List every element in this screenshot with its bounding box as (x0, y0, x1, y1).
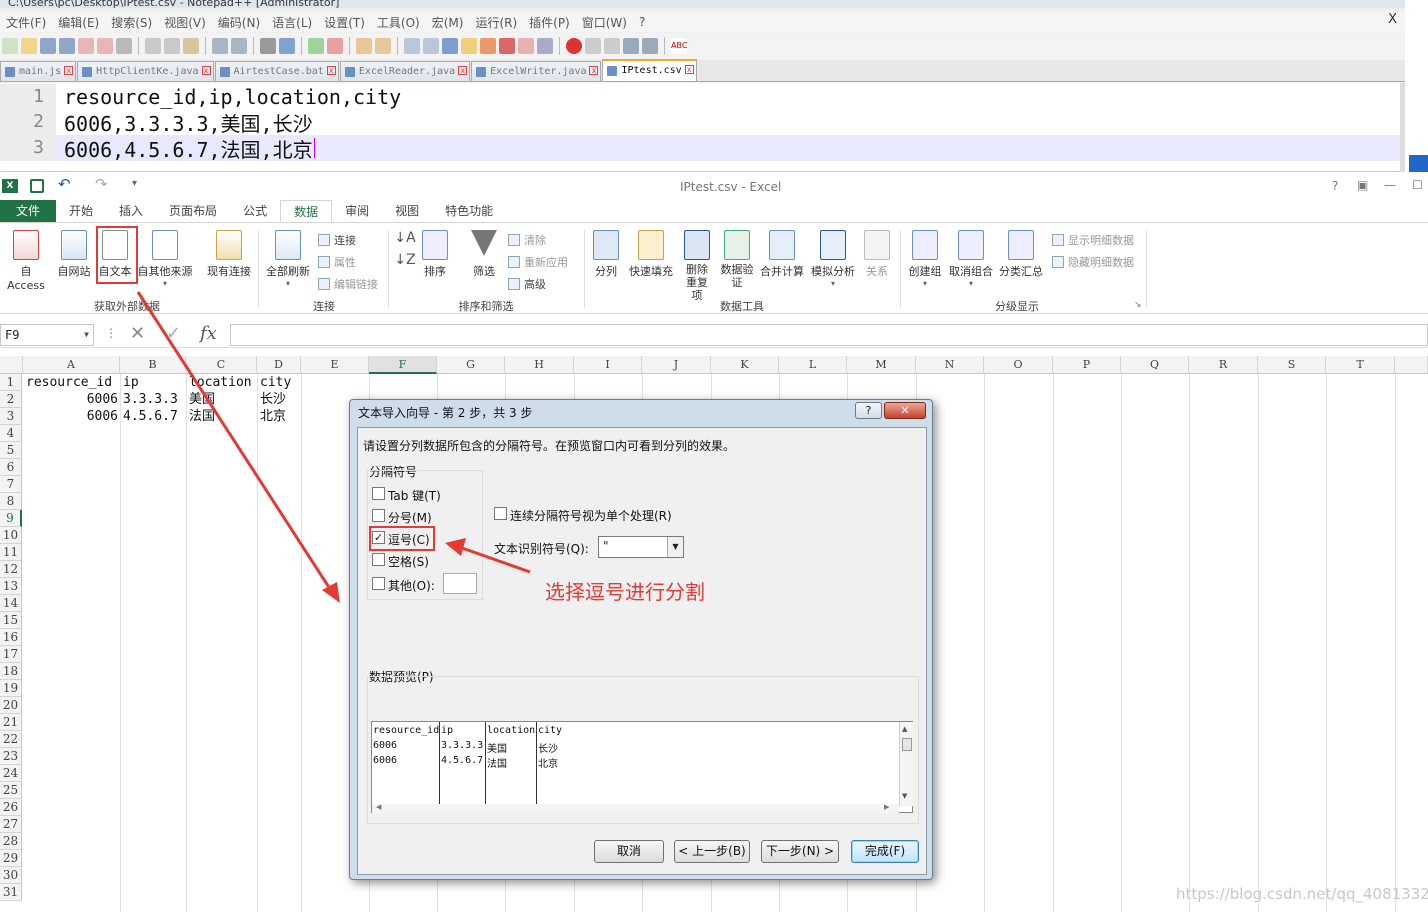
arrow-head (322, 582, 340, 603)
annotation-text: 选择逗号进行分割 (545, 580, 705, 604)
arrow-head (445, 538, 466, 556)
annotation-arrows (136, 291, 531, 603)
watermark: https://blog.csdn.net/qq_40813329 (1176, 885, 1428, 903)
arrow-line (136, 291, 334, 593)
arrow-line (461, 546, 531, 574)
